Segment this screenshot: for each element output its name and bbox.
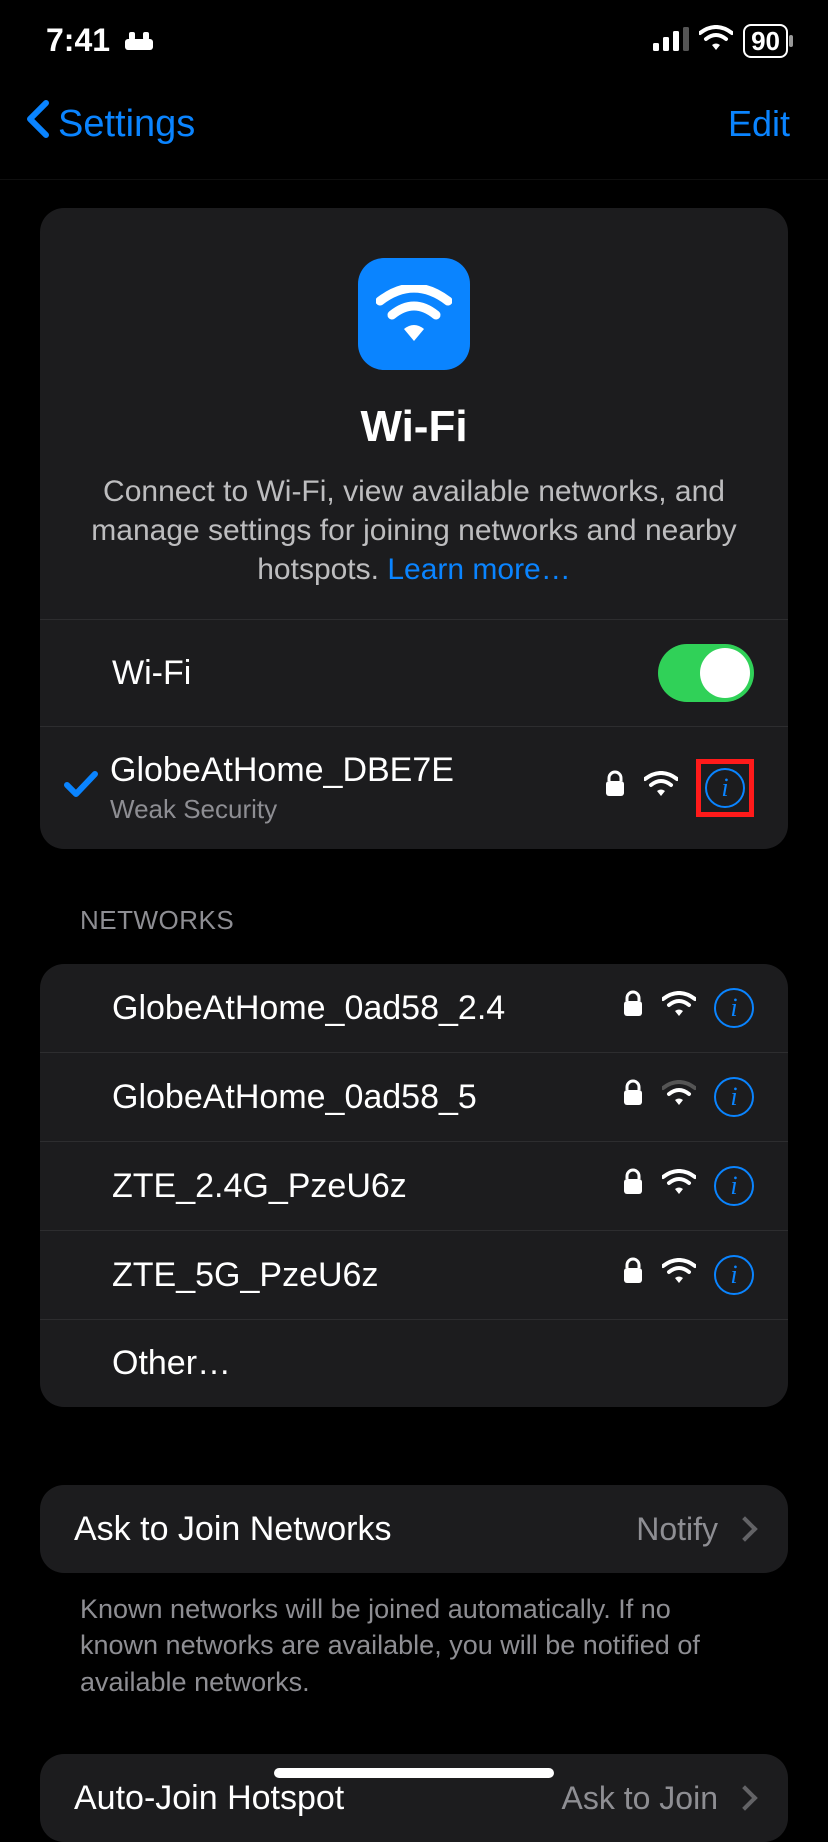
edit-button[interactable]: Edit — [728, 103, 790, 145]
network-row[interactable]: ZTE_5G_PzeU6z i — [40, 1230, 788, 1319]
network-row[interactable]: GlobeAtHome_0ad58_5 i — [40, 1052, 788, 1141]
lock-icon — [622, 1079, 644, 1115]
battery-indicator: 90 — [743, 24, 788, 58]
info-button[interactable]: i — [714, 1077, 754, 1117]
wifi-toggle-label: Wi-Fi — [112, 654, 658, 693]
status-time: 7:41 — [46, 22, 110, 59]
lock-icon — [622, 1168, 644, 1204]
status-bar: 7:41 90 — [0, 0, 828, 69]
wifi-toggle-row: Wi-Fi — [40, 619, 788, 726]
other-label: Other… — [112, 1344, 754, 1383]
network-name: GlobeAtHome_0ad58_5 — [112, 1078, 612, 1117]
network-row[interactable]: ZTE_2.4G_PzeU6z i — [40, 1141, 788, 1230]
info-button[interactable]: i — [714, 1255, 754, 1295]
lock-icon — [622, 990, 644, 1026]
connected-network-row[interactable]: GlobeAtHome_DBE7E Weak Security i — [40, 726, 788, 849]
chevron-right-icon — [732, 1786, 757, 1811]
cellular-signal-icon — [653, 22, 689, 59]
wifi-signal-icon — [662, 1258, 696, 1292]
info-button[interactable]: i — [714, 988, 754, 1028]
network-row[interactable]: GlobeAtHome_0ad58_2.4 i — [40, 964, 788, 1052]
wifi-signal-icon — [662, 1080, 696, 1114]
lock-icon — [604, 770, 626, 806]
page-title: Wi-Fi — [76, 402, 752, 452]
ask-to-join-card: Ask to Join Networks Notify — [40, 1485, 788, 1573]
wifi-signal-icon — [662, 991, 696, 1025]
info-button-highlighted[interactable]: i — [696, 759, 754, 817]
focus-mode-icon — [124, 22, 154, 59]
info-button[interactable]: i — [714, 1166, 754, 1206]
connected-network-status: Weak Security — [110, 794, 594, 825]
checkmark-icon — [63, 769, 99, 807]
auto-join-hotspot-label: Auto-Join Hotspot — [74, 1779, 561, 1818]
wifi-signal-icon — [662, 1169, 696, 1203]
home-indicator[interactable] — [274, 1768, 554, 1778]
auto-join-hotspot-value: Ask to Join — [561, 1780, 718, 1817]
networks-card: GlobeAtHome_0ad58_2.4iGlobeAtHome_0ad58_… — [40, 964, 788, 1407]
network-name: ZTE_2.4G_PzeU6z — [112, 1167, 612, 1206]
nav-bar: Settings Edit — [0, 69, 828, 180]
wifi-hero-card: Wi-Fi Connect to Wi-Fi, view available n… — [40, 208, 788, 849]
wifi-signal-icon — [644, 771, 678, 805]
wifi-toggle[interactable] — [658, 644, 754, 702]
ask-to-join-value: Notify — [636, 1511, 718, 1548]
page-description: Connect to Wi-Fi, view available network… — [76, 472, 752, 589]
ask-to-join-footer: Known networks will be joined automatica… — [40, 1573, 788, 1700]
connected-network-name: GlobeAtHome_DBE7E — [110, 751, 594, 790]
network-name: GlobeAtHome_0ad58_2.4 — [112, 989, 612, 1028]
chevron-left-icon — [24, 99, 50, 149]
ask-to-join-label: Ask to Join Networks — [74, 1510, 636, 1549]
ask-to-join-row[interactable]: Ask to Join Networks Notify — [40, 1485, 788, 1573]
lock-icon — [622, 1257, 644, 1293]
other-network-row[interactable]: Other… — [40, 1319, 788, 1407]
back-label: Settings — [58, 103, 195, 146]
info-icon: i — [705, 768, 745, 808]
wifi-status-icon — [699, 22, 733, 59]
wifi-app-icon — [358, 258, 470, 370]
learn-more-link[interactable]: Learn more… — [387, 553, 570, 586]
networks-header: NETWORKS — [80, 905, 788, 936]
back-button[interactable]: Settings — [24, 99, 195, 149]
chevron-right-icon — [732, 1516, 757, 1541]
network-name: ZTE_5G_PzeU6z — [112, 1256, 612, 1295]
